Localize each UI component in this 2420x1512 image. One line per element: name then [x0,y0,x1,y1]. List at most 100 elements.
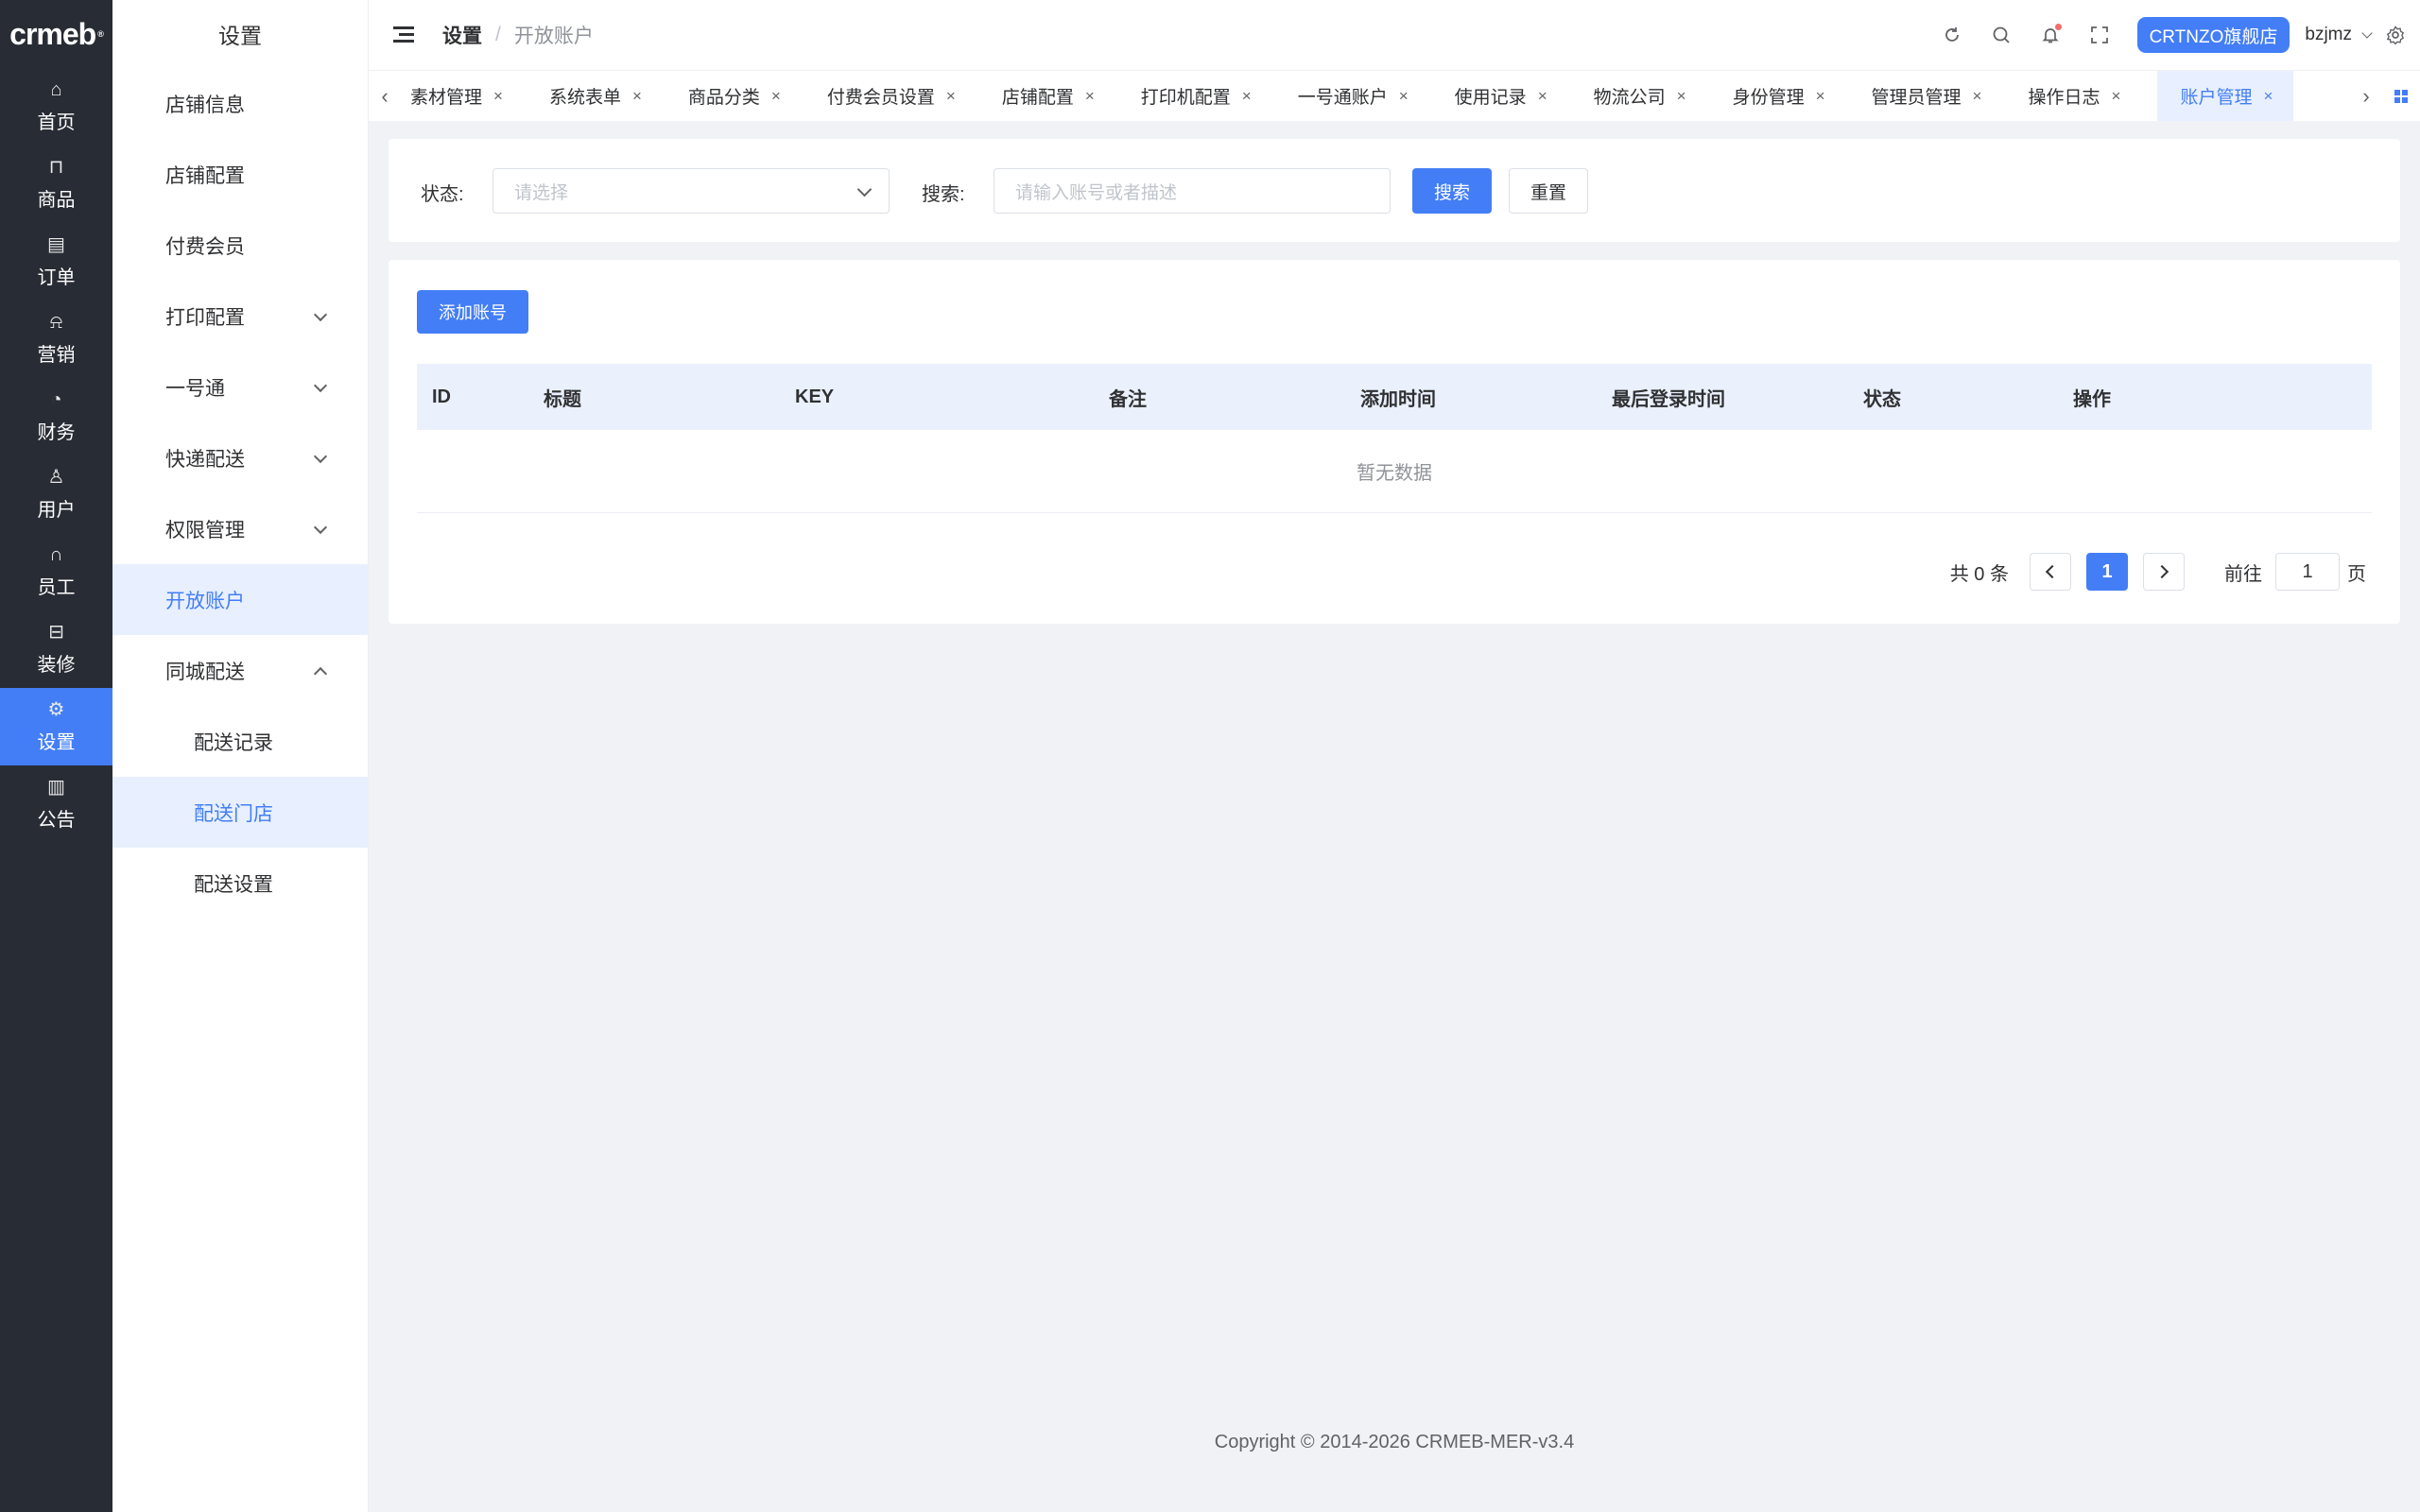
submenu-item-label: 同城配送 [165,661,245,683]
close-icon[interactable]: × [2112,87,2121,106]
status-select[interactable]: 请选择 [493,168,890,214]
rail-item-home[interactable]: ⌂ 首页 [0,68,112,146]
rail-item-label: 首页 [37,112,76,133]
rail-item-staff[interactable]: ∩ 员工 [0,533,112,610]
rail-item-orders[interactable]: ▤ 订单 [0,223,112,301]
search-icon[interactable] [1990,24,2013,46]
tab-printer-config[interactable]: 打印机配置 × [1132,71,1252,121]
tab-store-config[interactable]: 店铺配置 × [993,71,1095,121]
close-icon[interactable]: × [1399,87,1409,106]
goto-page-input[interactable]: 1 [2275,553,2340,591]
submenu-item-label: 快递配送 [165,448,245,471]
submenu-item-delivery-settings[interactable]: 配送设置 [112,848,368,919]
reset-button[interactable]: 重置 [1509,168,1588,214]
submenu-item-store-config[interactable]: 店铺配置 [112,139,368,210]
rail-item-label: 公告 [37,809,76,831]
close-icon[interactable]: × [2263,87,2273,106]
tab-logistics[interactable]: 物流公司 × [1584,71,1686,121]
breadcrumb-root[interactable]: 设置 [442,21,482,49]
chevron-down-icon [2361,27,2373,39]
submenu-item-paid-member[interactable]: 付费会员 [112,210,368,281]
accounts-table-card: 添加账号 ID 标题 KEY 备注 添加时间 最后登录时间 状态 操作 暂无数据… [389,260,2400,624]
chevron-left-icon [2045,564,2060,579]
close-icon[interactable]: × [1085,87,1095,106]
tab-label: 打印机配置 [1140,88,1231,108]
tab-material[interactable]: 素材管理 × [401,71,503,121]
tab-yihaotong-account[interactable]: 一号通账户 × [1288,71,1409,121]
notification-bell-icon[interactable] [2039,24,2062,46]
tab-label: 素材管理 [410,88,483,108]
user-menu[interactable]: bzjmz [2305,25,2373,45]
settings-submenu: 设置 店铺信息 店铺配置 付费会员 打印配置 一号通 快递配送 权限管理 开放账… [112,0,369,1512]
settings-gear-icon[interactable] [2384,24,2407,46]
tab-label: 商品分类 [687,88,760,108]
submenu-item-city-delivery[interactable]: 同城配送 [112,635,368,706]
tab-label: 系统表单 [548,88,621,108]
tab-system-form[interactable]: 系统表单 × [540,71,642,121]
rail-item-marketing[interactable]: ⍾ 营销 [0,301,112,378]
search-input-placeholder: 请输入账号或者描述 [1015,182,1178,203]
rail-item-goods[interactable]: ⊓ 商品 [0,146,112,223]
submenu-title: 设置 [218,24,262,48]
tabs-scroll-left-icon[interactable]: ‹ [369,71,401,121]
submenu-item-delivery-stores[interactable]: 配送门店 [112,777,368,848]
tab-label: 一号通账户 [1297,88,1388,108]
submenu-item-delivery-records[interactable]: 配送记录 [112,706,368,777]
breadcrumb-current: 开放账户 [513,26,594,47]
add-account-button[interactable]: 添加账号 [417,290,528,334]
user-icon: ♙ [47,466,65,488]
logo-mark: ® [97,29,104,39]
tab-operation-log[interactable]: 操作日志 × [2018,71,2120,121]
close-icon[interactable]: × [771,87,781,106]
next-page-button[interactable] [2143,553,2185,591]
page-tabs-bar: ‹ 素材管理 × 系统表单 × 商品分类 × 付费会员设置 × 店铺配置 × 打印机配置 ×… [369,70,2420,121]
tab-paid-member-settings[interactable]: 付费会员设置 × [818,71,956,121]
submenu-item-open-account[interactable]: 开放账户 [112,564,368,635]
tab-usage-records[interactable]: 使用记录 × [1445,71,1547,121]
chevron-down-icon [856,181,873,198]
submenu-item-store-info[interactable]: 店铺信息 [112,68,368,139]
tab-roles[interactable]: 身份管理 × [1723,71,1825,121]
close-icon[interactable]: × [1677,87,1686,106]
breadcrumb-separator: / [495,24,501,45]
fullscreen-icon[interactable] [2088,24,2111,46]
search-input[interactable]: 请输入账号或者描述 [994,168,1391,214]
search-button[interactable]: 搜索 [1412,168,1492,214]
tab-account-management[interactable]: 账户管理 × [2157,71,2294,121]
rail-item-settings[interactable]: ⚙ 设置 [0,688,112,765]
close-icon[interactable]: × [1538,87,1547,106]
prev-page-button[interactable] [2030,553,2071,591]
submenu-item-label: 权限管理 [165,519,245,541]
tab-category[interactable]: 商品分类 × [679,71,781,121]
rail-item-label: 营销 [37,344,76,366]
store-switch-button[interactable]: CRTNZO旗舰店 [2136,17,2290,53]
page-button-current[interactable]: 1 [2086,553,2128,591]
rail-item-users[interactable]: ♙ 用户 [0,455,112,533]
filter-card: 状态: 请选择 搜索: 请输入账号或者描述 搜索 重置 [389,139,2400,242]
close-icon[interactable]: × [1816,87,1825,106]
tabs-menu-grid-icon[interactable] [2382,71,2420,121]
submenu-item-print-config[interactable]: 打印配置 [112,281,368,352]
submenu-item-permissions[interactable]: 权限管理 [112,493,368,564]
close-icon[interactable]: × [1242,87,1252,106]
close-icon[interactable]: × [1973,87,1982,106]
tab-label: 操作日志 [2028,88,2100,108]
collapse-menu-icon[interactable] [393,26,414,43]
refresh-icon[interactable] [1941,24,1963,46]
column-header-id: ID [432,386,451,407]
tabs-scroll-right-icon[interactable]: › [2350,71,2382,121]
submenu-item-express[interactable]: 快递配送 [112,422,368,493]
rail-item-label: 用户 [37,499,76,521]
chevron-down-icon [313,307,328,321]
tab-admins[interactable]: 管理员管理 × [1862,71,1982,121]
rail-item-notice[interactable]: ▥ 公告 [0,765,112,843]
rail-item-decoration[interactable]: ⊟ 装修 [0,610,112,688]
chevron-right-icon [2154,564,2169,579]
tab-label: 物流公司 [1593,88,1666,108]
submenu-item-yihaotong[interactable]: 一号通 [112,352,368,422]
rail-item-finance[interactable]: ◔ 财务 [0,378,112,455]
close-icon[interactable]: × [493,87,503,106]
crmeb-logo[interactable]: crmeb ® [0,0,112,68]
close-icon[interactable]: × [632,87,642,106]
close-icon[interactable]: × [946,87,956,106]
